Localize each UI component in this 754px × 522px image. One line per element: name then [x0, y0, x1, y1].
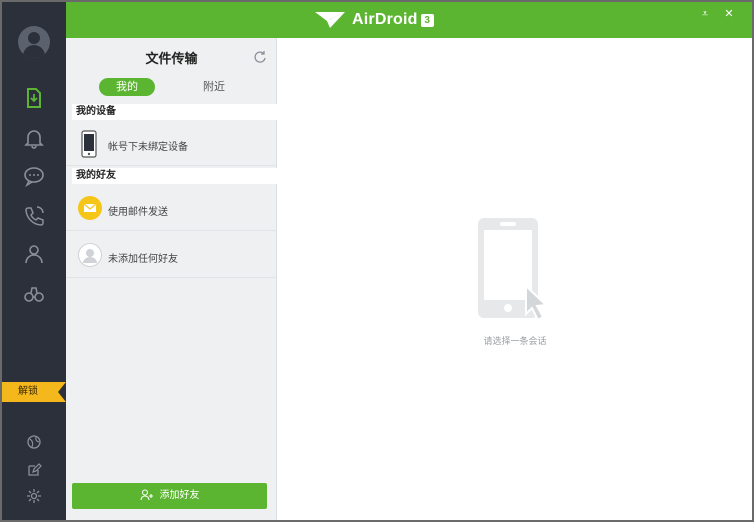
settings-gear-icon[interactable]: [26, 488, 42, 504]
phone-pointer-icon: [478, 218, 549, 322]
file-transfer-panel: 文件传输 我的 附近 我的设备 帐号下未绑定设备 我的好友 使用邮件发送 未添加…: [66, 38, 277, 520]
avatar-head: [28, 32, 40, 44]
friend-email-label: 使用邮件发送: [108, 207, 168, 218]
email-icon: [78, 196, 102, 220]
app-window: 解锁 AirDroid 3 ⩡ ✕ 文件传输 我的 附近 我的设备 帐号下未绑定…: [0, 0, 754, 522]
chat-bubble-icon[interactable]: [22, 164, 46, 188]
globe-icon[interactable]: [26, 434, 42, 450]
phone-device-icon: [81, 130, 97, 158]
binoculars-icon[interactable]: [22, 282, 46, 306]
file-transfer-icon[interactable]: [22, 86, 46, 110]
avatar-body: [23, 45, 45, 58]
tab-mine[interactable]: 我的: [99, 78, 155, 96]
user-avatar-icon[interactable]: [18, 26, 50, 58]
add-friend-button[interactable]: 添加好友: [72, 483, 267, 509]
edit-icon[interactable]: [26, 462, 42, 478]
refresh-icon[interactable]: [253, 50, 267, 64]
add-user-icon: [139, 489, 153, 501]
segment-tabs: 我的 附近: [66, 78, 277, 98]
device-empty-label: 帐号下未绑定设备: [108, 142, 188, 153]
friend-none-label: 未添加任何好友: [108, 254, 178, 265]
app-name: AirDroid: [352, 11, 418, 28]
friend-row-none[interactable]: 未添加任何好友: [66, 232, 277, 278]
section-my-devices: 我的设备: [72, 104, 277, 120]
paper-plane-logo-icon: [315, 12, 345, 28]
friend-avatar-icon: [78, 243, 102, 267]
contacts-icon[interactable]: [22, 242, 46, 266]
close-icon[interactable]: ✕: [722, 7, 736, 21]
unlock-badge[interactable]: 解锁: [2, 382, 66, 402]
conversation-area: 请选择一条会话: [278, 38, 752, 520]
panel-header: 文件传输: [66, 38, 277, 72]
panel-title: 文件传输: [145, 52, 198, 67]
phone-call-icon[interactable]: [22, 204, 46, 228]
title-bar: AirDroid 3 ⩡ ✕: [66, 2, 752, 38]
add-friend-label: 添加好友: [159, 490, 200, 501]
device-empty-row[interactable]: 帐号下未绑定设备: [66, 120, 277, 166]
nav-rail: 解锁: [2, 2, 66, 520]
empty-state-text: 请选择一条会话: [483, 337, 547, 347]
bell-icon[interactable]: [22, 126, 46, 150]
section-my-friends: 我的好友: [72, 168, 277, 184]
tab-nearby[interactable]: 附近: [186, 78, 242, 96]
app-version: 3: [420, 13, 434, 27]
app-logo: AirDroid 3: [314, 10, 434, 30]
friend-row-email[interactable]: 使用邮件发送: [66, 185, 277, 231]
minimize-down-icon[interactable]: ⩡: [698, 7, 712, 21]
